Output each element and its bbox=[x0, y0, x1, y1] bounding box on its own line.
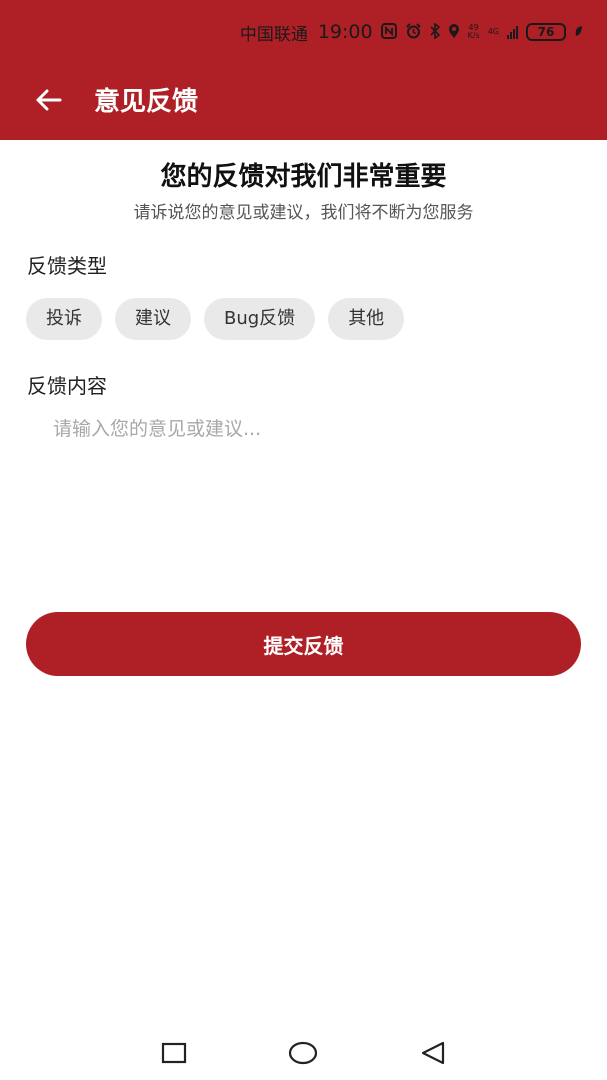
leaf-icon bbox=[574, 25, 583, 40]
clock: 19:00 bbox=[317, 21, 373, 43]
feedback-type-label: 反馈类型 bbox=[27, 254, 107, 278]
network-type: 4G bbox=[487, 27, 499, 36]
alarm-icon bbox=[405, 22, 422, 42]
location-icon bbox=[448, 23, 460, 42]
network-speed-unit: K/s bbox=[467, 31, 480, 40]
battery-icon: 76 bbox=[526, 23, 566, 41]
battery-level: 76 bbox=[537, 25, 555, 39]
network-speed: 49 K/s bbox=[468, 24, 480, 40]
headline: 您的反馈对我们非常重要 bbox=[160, 162, 447, 192]
signal-icon bbox=[507, 25, 518, 39]
recent-apps-button[interactable] bbox=[159, 1040, 189, 1070]
subline: 请诉说您的意见或建议，我们将不断为您服务 bbox=[133, 203, 474, 223]
carrier-name: 中国联通 bbox=[239, 24, 308, 45]
feedback-type-options: 投诉 建议 Bug反馈 其他 bbox=[26, 298, 405, 340]
back-button[interactable] bbox=[28, 82, 68, 122]
type-chip-other[interactable]: 其他 bbox=[328, 298, 405, 340]
system-back-button[interactable] bbox=[418, 1040, 448, 1070]
home-button[interactable] bbox=[288, 1040, 318, 1070]
feedback-content-input[interactable] bbox=[27, 406, 580, 586]
submit-feedback-button[interactable]: 提交反馈 bbox=[26, 612, 581, 676]
system-nav-bar bbox=[0, 1026, 607, 1080]
feedback-content-label: 反馈内容 bbox=[27, 374, 107, 398]
page-title: 意见反馈 bbox=[94, 87, 199, 117]
circle-icon bbox=[288, 1041, 318, 1069]
square-icon bbox=[161, 1042, 187, 1068]
back-arrow-icon bbox=[34, 88, 62, 116]
type-chip-suggestion[interactable]: 建议 bbox=[115, 298, 191, 340]
nfc-icon bbox=[380, 22, 397, 42]
triangle-back-icon bbox=[420, 1041, 446, 1069]
type-chip-complaint[interactable]: 投诉 bbox=[26, 298, 102, 340]
type-chip-bug[interactable]: Bug反馈 bbox=[204, 298, 316, 340]
bluetooth-icon bbox=[430, 21, 440, 42]
status-bar-right: 中国联通 19:00 49 K/s 4G 76 bbox=[239, 20, 583, 45]
status-bar: 中国联通 19:00 49 K/s 4G 76 bbox=[0, 0, 607, 64]
app-bar: 意见反馈 bbox=[0, 64, 607, 140]
